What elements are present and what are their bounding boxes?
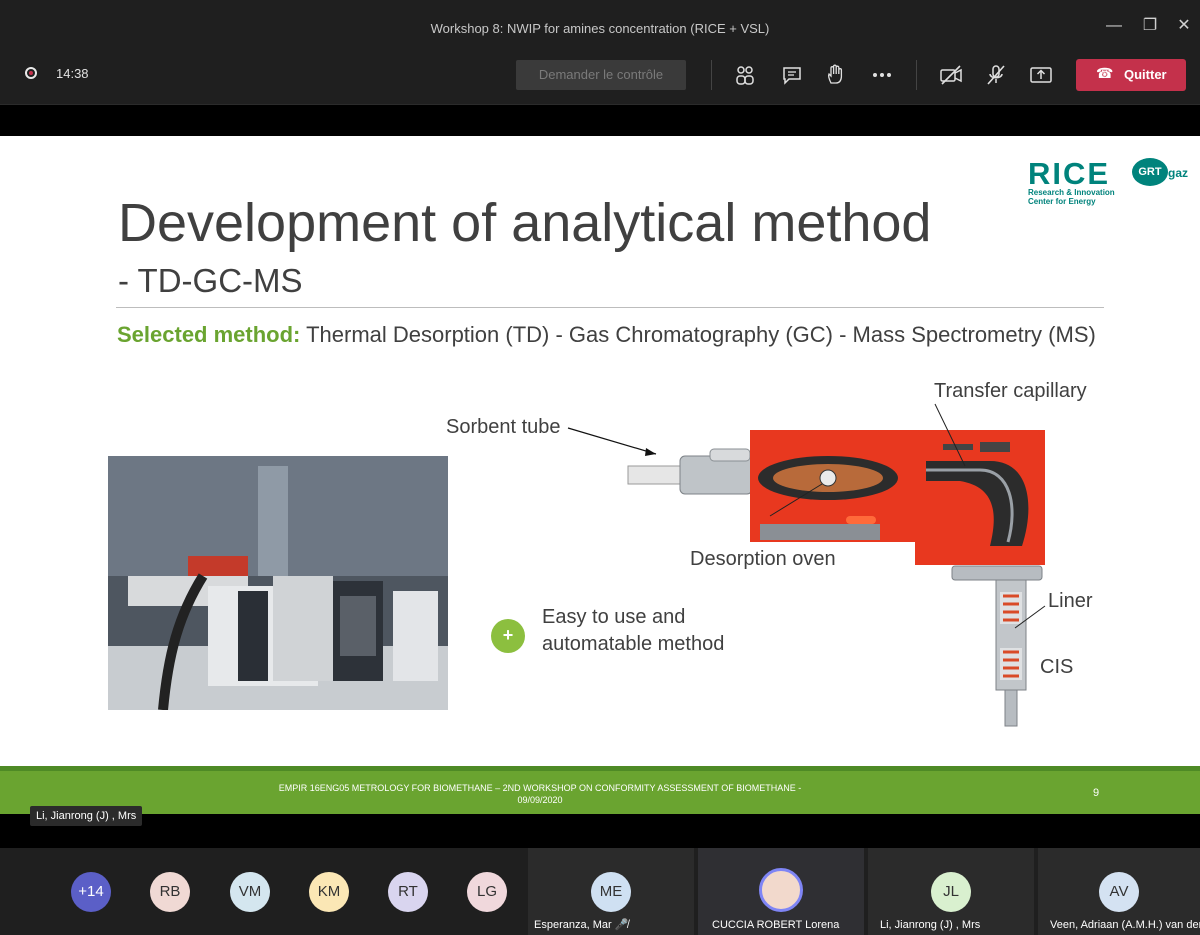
leave-button[interactable]: ☎ Quitter xyxy=(1076,59,1186,91)
logo-tagline: Research & Innovation Center for Energy xyxy=(1028,188,1115,206)
footer-text: EMPIR 16ENG05 METROLOGY FOR BIOMETHANE –… xyxy=(278,783,802,805)
logo-wordmark: RICE xyxy=(1028,156,1111,191)
more-options-icon[interactable] xyxy=(869,62,895,88)
label-desorption-oven: Desorption oven xyxy=(690,548,836,570)
participant-avatar[interactable]: KM xyxy=(309,872,349,912)
meeting-timer: 14:38 xyxy=(56,66,89,81)
window-titlebar: Workshop 8: NWIP for amines concentratio… xyxy=(0,0,1200,48)
request-control-button[interactable]: Demander le contrôle xyxy=(516,60,686,90)
participant-avatar: ME xyxy=(591,872,631,912)
raise-hand-icon[interactable] xyxy=(823,62,849,88)
label-sorbent-tube: Sorbent tube xyxy=(446,416,561,438)
participant-name: Veen, Adriaan (A.M.H.) van der xyxy=(1050,919,1200,931)
more-participants-button[interactable]: +14 xyxy=(71,872,111,912)
title-divider xyxy=(116,307,1104,308)
participant-avatar[interactable]: LG xyxy=(467,872,507,912)
label-transfer-capillary: Transfer capillary xyxy=(934,380,1087,402)
share-screen-icon[interactable] xyxy=(1028,62,1054,88)
participant-avatar: AV xyxy=(1099,872,1139,912)
participant-avatar[interactable]: RB xyxy=(150,872,190,912)
participant-photo-avatar xyxy=(759,868,803,912)
participants-icon[interactable] xyxy=(732,62,758,88)
close-icon[interactable]: ✕ xyxy=(1174,16,1194,36)
meeting-toolbar: 14:38 Demander le contrôle ☎ Quitter xyxy=(0,48,1200,105)
toolbar-divider xyxy=(711,60,712,90)
slide-title: Development of analytical method xyxy=(118,193,932,253)
slide-footer: EMPIR 16ENG05 METROLOGY FOR BIOMETHANE –… xyxy=(0,766,1200,814)
method-label: Selected method: xyxy=(117,322,301,347)
tds-diagram xyxy=(560,366,1120,766)
participant-name: CUCCIA ROBERT Lorena xyxy=(712,919,840,931)
footer-accent-bar xyxy=(0,766,1200,771)
hang-up-icon: ☎ xyxy=(1096,65,1114,81)
logo-grt-badge: GRT xyxy=(1132,158,1168,186)
window-title: Workshop 8: NWIP for amines concentratio… xyxy=(430,21,770,36)
label-liner: Liner xyxy=(1048,590,1093,612)
muted-mic-icon: 🎤̸ xyxy=(614,919,629,931)
method-text: Thermal Desorption (TD) - Gas Chromatogr… xyxy=(300,322,1096,347)
slide-page-number: 9 xyxy=(1093,787,1100,799)
recording-icon xyxy=(25,67,37,79)
slide-subtitle: - TD-GC-MS xyxy=(118,262,303,299)
participant-name: Li, Jianrong (J) , Mrs xyxy=(880,919,981,931)
mic-off-icon[interactable] xyxy=(983,62,1009,88)
rice-logo: RICE GRT gaz Research & Innovation Center… xyxy=(1028,156,1192,208)
participant-avatar: JL xyxy=(931,872,971,912)
participant-tile[interactable]: ME Esperanza, Mar 🎤̸ xyxy=(528,848,694,935)
participant-avatar[interactable]: VM xyxy=(230,872,270,912)
shared-slide: RICE GRT gaz Research & Innovation Center… xyxy=(0,136,1200,814)
participant-tile[interactable]: AV Veen, Adriaan (A.M.H.) van der xyxy=(1038,848,1200,935)
leave-button-label: Quitter xyxy=(1124,67,1167,82)
instrument-photo xyxy=(108,456,448,710)
toolbar-divider xyxy=(916,60,917,90)
selected-method-line: Selected method: Thermal Desorption (TD)… xyxy=(117,322,1096,348)
logo-gaz: gaz xyxy=(1168,166,1189,180)
maximize-icon[interactable]: ❐ xyxy=(1140,16,1160,36)
participant-tile[interactable]: JL Li, Jianrong (J) , Mrs xyxy=(868,848,1034,935)
presenter-name-tag: Li, Jianrong (J) , Mrs xyxy=(30,806,143,826)
participant-tile[interactable]: CUCCIA ROBERT Lorena xyxy=(698,848,864,935)
minimize-icon[interactable]: — xyxy=(1104,16,1124,36)
camera-off-icon[interactable] xyxy=(938,62,964,88)
participant-name: Esperanza, Mar 🎤̸ xyxy=(534,919,629,931)
participant-avatar[interactable]: RT xyxy=(388,872,428,912)
chat-icon[interactable] xyxy=(779,62,805,88)
plus-badge-icon: + xyxy=(491,619,525,653)
label-cis: CIS xyxy=(1040,656,1074,678)
